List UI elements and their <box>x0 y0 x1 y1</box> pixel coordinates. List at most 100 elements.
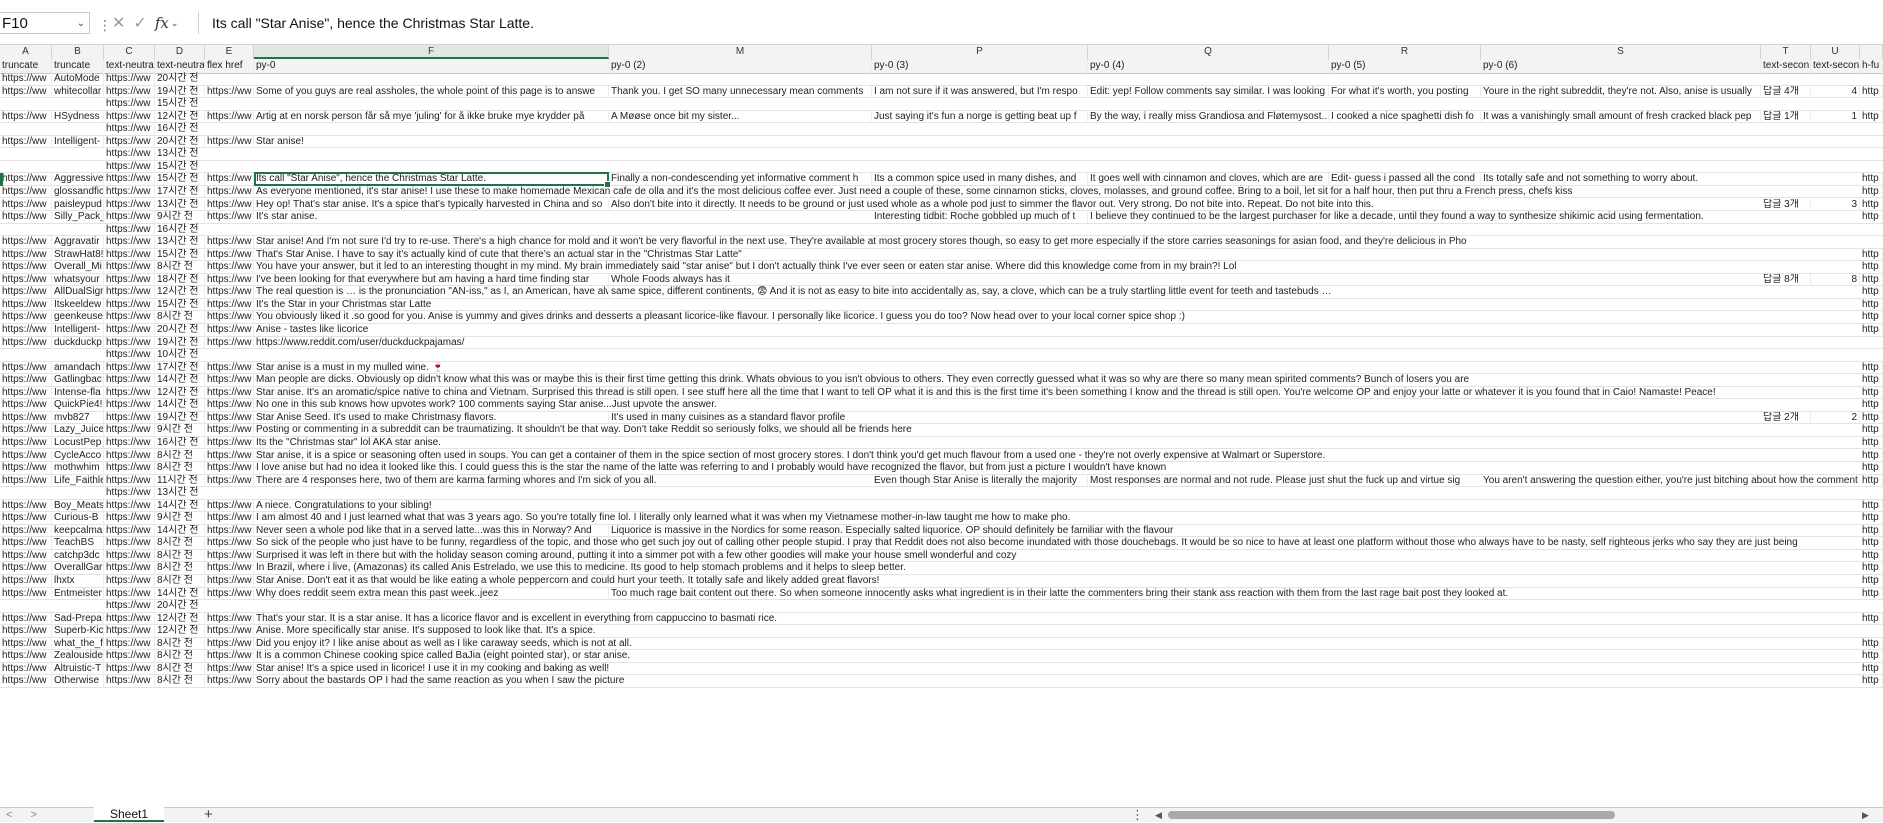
cell-d[interactable]: 14시간 전 <box>155 587 205 601</box>
cell-c[interactable]: https://ww <box>104 148 155 161</box>
cell-b[interactable]: Aggravatir <box>52 236 104 249</box>
column-header-a[interactable]: A <box>0 45 52 59</box>
chevron-down-icon[interactable]: ⌄ <box>73 18 89 29</box>
header-label-cell[interactable]: py-0 (2) <box>609 59 872 74</box>
cell-f[interactable]: Posting or commenting in a subreddit can… <box>254 424 1860 437</box>
cell-v[interactable]: http <box>1860 273 1883 287</box>
cell-d[interactable]: 8시간 전 <box>155 637 205 651</box>
cell-c[interactable]: https://ww <box>104 298 155 312</box>
name-box[interactable]: F10 ⌄ <box>0 12 90 34</box>
cell-c[interactable]: https://ww <box>104 123 155 136</box>
cell-e[interactable]: https://ww <box>205 637 254 651</box>
cell-e[interactable]: https://ww <box>205 135 254 149</box>
cell-f[interactable]: As everyone mentioned, it's star anise! … <box>254 186 1860 199</box>
cell-b[interactable]: Intelligent- <box>52 324 104 337</box>
cell-v[interactable]: http <box>1860 524 1883 538</box>
cell-e[interactable]: https://ww <box>205 336 254 350</box>
cell-e[interactable]: https://ww <box>205 386 254 400</box>
cell-c[interactable]: https://ww <box>104 198 155 212</box>
header-label-cell[interactable]: text-neutra <box>155 59 205 74</box>
cell-v[interactable]: http <box>1860 462 1883 475</box>
cell-v[interactable]: http <box>1860 386 1883 400</box>
column-header-r[interactable]: R <box>1329 45 1481 59</box>
cell-s[interactable]: It was a vanishingly small amount of fre… <box>1481 110 1761 124</box>
cell-c[interactable]: https://ww <box>104 562 155 575</box>
cell-d[interactable]: 14시간 전 <box>155 524 205 538</box>
cell-e[interactable]: https://ww <box>205 399 254 412</box>
cell-c[interactable]: https://ww <box>104 311 155 324</box>
cell-b[interactable]: HSydness <box>52 110 104 124</box>
cell-a[interactable]: https://ww <box>0 587 52 601</box>
cell-c[interactable]: https://ww <box>104 449 155 463</box>
cell-b[interactable]: Overall_Mi <box>52 261 104 274</box>
cell-e[interactable]: https://ww <box>205 549 254 563</box>
cell-f[interactable]: Some of you guys are real assholes, the … <box>254 85 609 99</box>
cell-b[interactable]: Superb-Kic <box>52 625 104 638</box>
cell-c[interactable]: https://ww <box>104 625 155 638</box>
cell-f[interactable]: Star Anise. Don't eat it as that would b… <box>254 575 1860 588</box>
chevron-down-icon[interactable]: ⌄ <box>171 18 179 29</box>
cell-d[interactable]: 19시간 전 <box>155 411 205 425</box>
cell-a[interactable]: https://ww <box>0 248 52 262</box>
cell-a[interactable]: https://ww <box>0 286 52 299</box>
cell-b[interactable]: AllDualSigr <box>52 286 104 299</box>
cell-c[interactable]: https://ww <box>104 650 155 663</box>
cell-e[interactable]: https://ww <box>205 273 254 287</box>
cell-m[interactable]: Whole Foods always has it <box>609 274 1761 287</box>
cell-c[interactable]: https://ww <box>104 236 155 249</box>
cell-d[interactable]: 10시간 전 <box>155 349 1883 362</box>
cell-c[interactable]: https://ww <box>104 223 155 237</box>
cell-a[interactable]: https://ww <box>0 562 52 575</box>
cell-d[interactable]: 19시간 전 <box>155 85 205 99</box>
sheet-tab-sheet1[interactable]: Sheet1 <box>94 807 164 822</box>
cell-d[interactable]: 8시간 전 <box>155 537 205 550</box>
cell-q[interactable]: It goes well with cinnamon and cloves, w… <box>1088 173 1329 186</box>
cell-d[interactable]: 11시간 전 <box>155 474 205 488</box>
cell-t[interactable]: 답글 4개 <box>1761 85 1811 99</box>
cell-v[interactable]: http <box>1860 449 1883 463</box>
cell-c[interactable]: https://ww <box>104 349 155 362</box>
column-header-u[interactable]: U <box>1811 45 1860 59</box>
cell-e[interactable]: https://ww <box>205 110 254 124</box>
formula-input[interactable]: Its call "Star Anise", hence the Christm… <box>212 12 534 34</box>
cell-f[interactable]: Star anise! <box>254 136 1883 149</box>
cell-e[interactable]: https://ww <box>205 311 254 324</box>
cell-b[interactable]: TeachBS <box>52 537 104 550</box>
cell-d[interactable]: 8시간 전 <box>155 575 205 588</box>
cell-f[interactable]: No one in this sub knows how upvotes wor… <box>254 399 1860 412</box>
cell-v[interactable]: http <box>1860 298 1883 312</box>
scroll-right-icon[interactable]: ▶ <box>1862 809 1869 821</box>
cell-b[interactable]: Intense-fla <box>52 386 104 400</box>
cell-f[interactable]: Man people are dicks. Obviously op didn'… <box>254 374 1860 387</box>
cell-b[interactable]: amandach <box>52 361 104 375</box>
cell-m[interactable]: Too much rage bait content out there. So… <box>609 588 1860 601</box>
cancel-icon[interactable]: ✕ <box>112 13 125 33</box>
cell-c[interactable]: https://ww <box>104 612 155 626</box>
cell-a[interactable]: https://ww <box>0 261 52 274</box>
header-label-cell[interactable]: flex href <box>205 59 254 74</box>
cell-v[interactable]: http <box>1860 173 1883 186</box>
cell-f[interactable]: You have your answer, but it led to an i… <box>254 261 1860 274</box>
cell-p[interactable]: Even though Star Anise is literally the … <box>872 474 1088 488</box>
cell-d[interactable]: 12시간 전 <box>155 386 205 400</box>
cell-c[interactable]: https://ww <box>104 73 155 86</box>
cell-s[interactable]: Youre in the right subreddit, they're no… <box>1481 85 1761 99</box>
prev-sheet-icon[interactable]: < <box>6 808 12 822</box>
cell-c[interactable]: https://ww <box>104 411 155 425</box>
cell-c[interactable]: https://ww <box>104 399 155 412</box>
cell-c[interactable]: https://ww <box>104 436 155 450</box>
cell-a[interactable]: https://ww <box>0 298 52 312</box>
cell-b[interactable]: Sad-Prepa <box>52 612 104 626</box>
cell-b[interactable]: mothwhim <box>52 462 104 475</box>
cell-c[interactable]: https://ww <box>104 160 155 174</box>
cell-b[interactable]: lhxtx <box>52 575 104 588</box>
cell-f[interactable]: So sick of the people who just have to b… <box>254 537 1860 550</box>
cell-m[interactable]: It's used in many cuisines as a standard… <box>609 412 1761 425</box>
cell-f[interactable]: Anise - tastes like licorice <box>254 324 1860 337</box>
cell-a[interactable]: https://ww <box>0 474 52 488</box>
cell-f[interactable]: That's Star Anise. I have to say it's ac… <box>254 249 1860 262</box>
cell-f[interactable]: https://www.reddit.com/user/duckduckpaja… <box>254 337 1883 350</box>
cell-a[interactable]: https://ww <box>0 273 52 287</box>
cell-d[interactable]: 20시간 전 <box>155 73 1883 86</box>
cell-c[interactable]: https://ww <box>104 662 155 676</box>
